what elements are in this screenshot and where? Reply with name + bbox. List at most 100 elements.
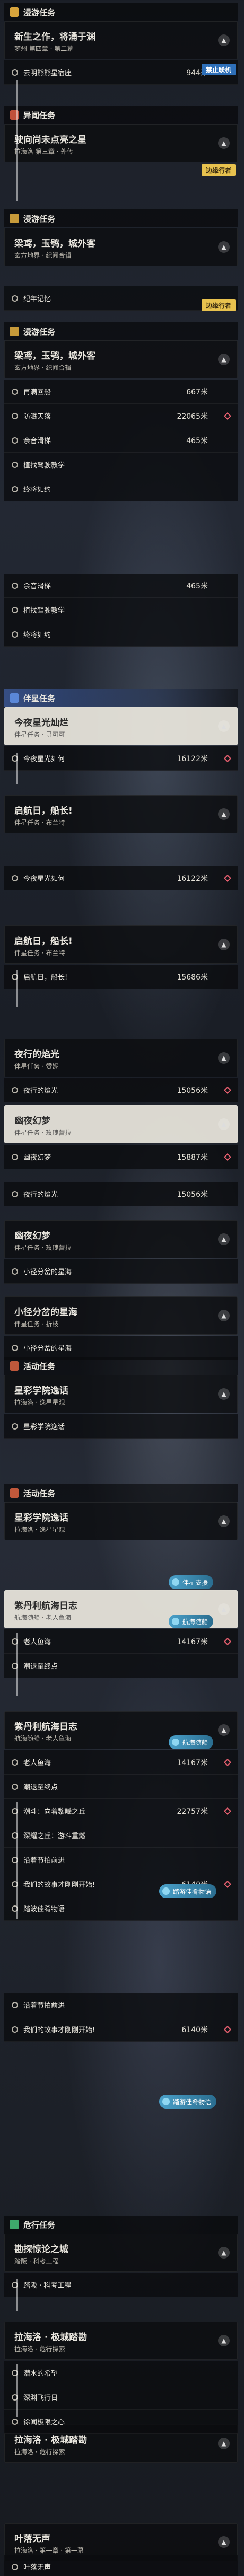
quest-card[interactable]: 星彩学院逸话 拉海洛 · 逸星星观 ▲ (4, 1502, 238, 1540)
objective-row[interactable]: 终将如约 (4, 477, 238, 501)
category-event-2[interactable]: 活动任务 (4, 1484, 238, 1502)
category-title: 漫游任务 (23, 327, 56, 337)
chevron-up-icon[interactable]: ▲ (218, 2536, 230, 2548)
waypoint-marker-icon[interactable] (223, 2025, 232, 2033)
quest-subtitle: 伴星任务 · 寻可可 (14, 731, 65, 738)
objective-distance: 22065米 (177, 412, 208, 421)
objective-row[interactable]: 踏波佳肴物语 (4, 1896, 238, 1921)
objective-row[interactable]: 植找驾驶教学 (4, 453, 238, 477)
chevron-up-icon[interactable]: ▲ (218, 2247, 230, 2259)
objective-row[interactable]: 小径分岔的星海 (4, 1336, 238, 1360)
chevron-up-icon[interactable]: ▲ (218, 1724, 230, 1736)
quest-card[interactable]: 启航日，船长! 伴星任务 · 布兰特 ▲ (4, 795, 238, 833)
waypoint-marker-icon[interactable] (223, 1637, 232, 1645)
objective-row[interactable]: 今夜星光如何 16122米 (4, 866, 238, 890)
objective-distance: 15056米 (177, 1190, 208, 1199)
category-main[interactable]: 漫游任务 (4, 3, 238, 21)
chevron-up-icon[interactable]: ▲ (218, 720, 230, 732)
objective-row[interactable]: 夜行的焰光 15056米 (4, 1182, 238, 1206)
waypoint-marker-icon[interactable] (223, 1880, 232, 1888)
objective-row[interactable]: 启航日，船长! 15686米 (4, 965, 238, 989)
chevron-up-icon[interactable]: ▲ (218, 137, 230, 149)
quest-card[interactable]: 星彩学院逸话 拉海洛 · 逸星星观 ▲ (4, 1375, 238, 1413)
quest-card[interactable]: 小径分岔的星海 伴星任务 · 折枝 ▲ (4, 1296, 238, 1335)
objective-label: 潮退至终点 (23, 1663, 58, 1671)
objective-row[interactable]: 余音滑梯 465米 (4, 428, 238, 453)
category-daily[interactable]: 漫游任务 (4, 209, 238, 227)
quest-card[interactable]: 勘探惊论之城 踏阪 · 科考工程 ▲ (4, 2234, 238, 2272)
quest-card[interactable]: 梁鸢，玉鸮，城外客 玄方地界 · 纪闻合辑 ▲ (4, 340, 238, 378)
quest-card[interactable]: 新生之作，将涌于渊 梦州 第四章 · 第二幕 ▲ (4, 21, 238, 59)
waypoint-marker-icon[interactable] (223, 412, 232, 420)
quest-card[interactable]: 拉海洛 · 极城踏勘 拉海洛 · 危行探索 ▲ (4, 2322, 238, 2360)
waypoint-marker-icon[interactable] (223, 1807, 232, 1815)
objective-row[interactable]: 叶落无声 (4, 2555, 238, 2576)
objective-row[interactable]: 防溅天落 22065米 (4, 404, 238, 428)
chevron-up-icon[interactable]: ▲ (218, 2335, 230, 2346)
chevron-up-icon[interactable]: ▲ (218, 1052, 230, 1064)
chevron-up-icon[interactable]: ▲ (218, 1603, 230, 1615)
objective-distance: 15887米 (177, 1153, 208, 1162)
chevron-up-icon[interactable]: ▲ (218, 241, 230, 253)
objective-row[interactable]: 深渊飞行日 (4, 2385, 238, 2410)
objective-row[interactable]: 潮退至终点 (4, 1654, 238, 1678)
objective-bullet-icon (12, 1423, 18, 1430)
objective-row[interactable]: 夜行的焰光 15056米 (4, 1078, 238, 1102)
quest-card[interactable]: 今夜星光灿烂 伴星任务 · 寻可可 ▲ (4, 707, 238, 745)
objective-row[interactable]: 今夜星光如何 16122米 (4, 746, 238, 771)
objective-row[interactable]: 深耀之丘：游斗重燃 (4, 1823, 238, 1848)
quest-title: 拉海洛 · 极城踏勘 (14, 2332, 88, 2343)
chevron-up-icon[interactable]: ▲ (218, 1118, 230, 1130)
quest-card[interactable]: 驶向尚未点亮之星 拉海洛 第三章 · 外传 ▲ (4, 124, 238, 162)
chevron-up-icon[interactable]: ▲ (218, 939, 230, 950)
category-adventure[interactable]: 危行任务 (4, 2216, 238, 2234)
chevron-up-icon[interactable]: ▲ (218, 1515, 230, 1527)
objective-row[interactable]: 徐闻极限之心 (4, 2410, 238, 2434)
objective-row[interactable]: 余音滑梯 465米 (4, 574, 238, 598)
objective-row[interactable]: 沿着节拍前进 (4, 1848, 238, 1872)
quest-card[interactable]: 梁鸢，玉鸮，城外客 玄方地界 · 纪闻合辑 ▲ (4, 228, 238, 266)
objective-row[interactable]: 潮斗：向着黎曦之丘 22757米 (4, 1799, 238, 1823)
chevron-up-icon[interactable]: ▲ (218, 808, 230, 820)
cuisine-badge: 踏游佳肴物语 (159, 1884, 217, 1898)
objective-row[interactable]: 再满回船 667米 (4, 380, 238, 404)
objective-row[interactable]: 幽夜幻梦 15887米 (4, 1145, 238, 1169)
objective-row[interactable]: 植找驾驶教学 (4, 598, 238, 622)
objective-row[interactable]: 我们的故事才刚刚开始! 6140米 (4, 2017, 238, 2042)
quest-card[interactable]: 夜行的焰光 伴星任务 · 赞妮 ▲ (4, 1039, 238, 1077)
chevron-up-icon[interactable]: ▲ (218, 1233, 230, 1245)
waypoint-marker-icon[interactable] (223, 1086, 232, 1094)
objective-row[interactable]: 小径分岔的星海 (4, 1259, 238, 1284)
category-side[interactable]: 异闻任务 (4, 106, 238, 124)
quest-card[interactable]: 幽夜幻梦 伴星任务 · 玫瑰蕾拉 ▲ (4, 1220, 238, 1258)
objective-row[interactable]: 踏阪 · 科考工程 (4, 2273, 238, 2297)
objective-row[interactable]: 潮退至终点 (4, 1775, 238, 1799)
chevron-up-icon[interactable]: ▲ (218, 1310, 230, 1321)
chevron-up-icon[interactable]: ▲ (218, 354, 230, 365)
objective-label: 纪年记忆 (23, 295, 51, 303)
quest-card[interactable]: 幽夜幻梦 伴星任务 · 玫瑰蕾拉 ▲ (4, 1105, 238, 1143)
waypoint-marker-icon[interactable] (223, 874, 232, 882)
category-companion[interactable]: 伴星任务 (4, 689, 238, 707)
category-icon (10, 110, 19, 120)
objective-row[interactable]: 沿着节拍前进 (4, 1993, 238, 2017)
objective-row[interactable]: 潜水的希望 (4, 2361, 238, 2385)
quest-subtitle: 伴星任务 · 玫瑰蕾拉 (14, 1129, 72, 1136)
category-icon (10, 214, 19, 223)
objective-label: 终将如约 (23, 631, 51, 639)
chevron-up-icon[interactable]: ▲ (218, 2438, 230, 2449)
objective-row[interactable]: 老人鱼海 14167米 (4, 1629, 238, 1654)
progress-line (16, 80, 18, 201)
objective-row[interactable]: 星彩学院逸话 (4, 1414, 238, 1439)
objective-row[interactable]: 老人鱼海 14167米 (4, 1750, 238, 1775)
chevron-up-icon[interactable]: ▲ (218, 1388, 230, 1400)
objective-bullet-icon (12, 582, 18, 589)
waypoint-marker-icon[interactable] (223, 1758, 232, 1766)
objective-row[interactable]: 终将如约 (4, 622, 238, 647)
category-daily-2[interactable]: 漫游任务 (4, 322, 238, 340)
waypoint-marker-icon[interactable] (223, 754, 232, 762)
chevron-up-icon[interactable]: ▲ (218, 34, 230, 46)
quest-card[interactable]: 启航日，船长! 伴星任务 · 布兰特 ▲ (4, 925, 238, 964)
objective-distance: 14167米 (177, 1758, 208, 1767)
waypoint-marker-icon[interactable] (223, 1153, 232, 1161)
